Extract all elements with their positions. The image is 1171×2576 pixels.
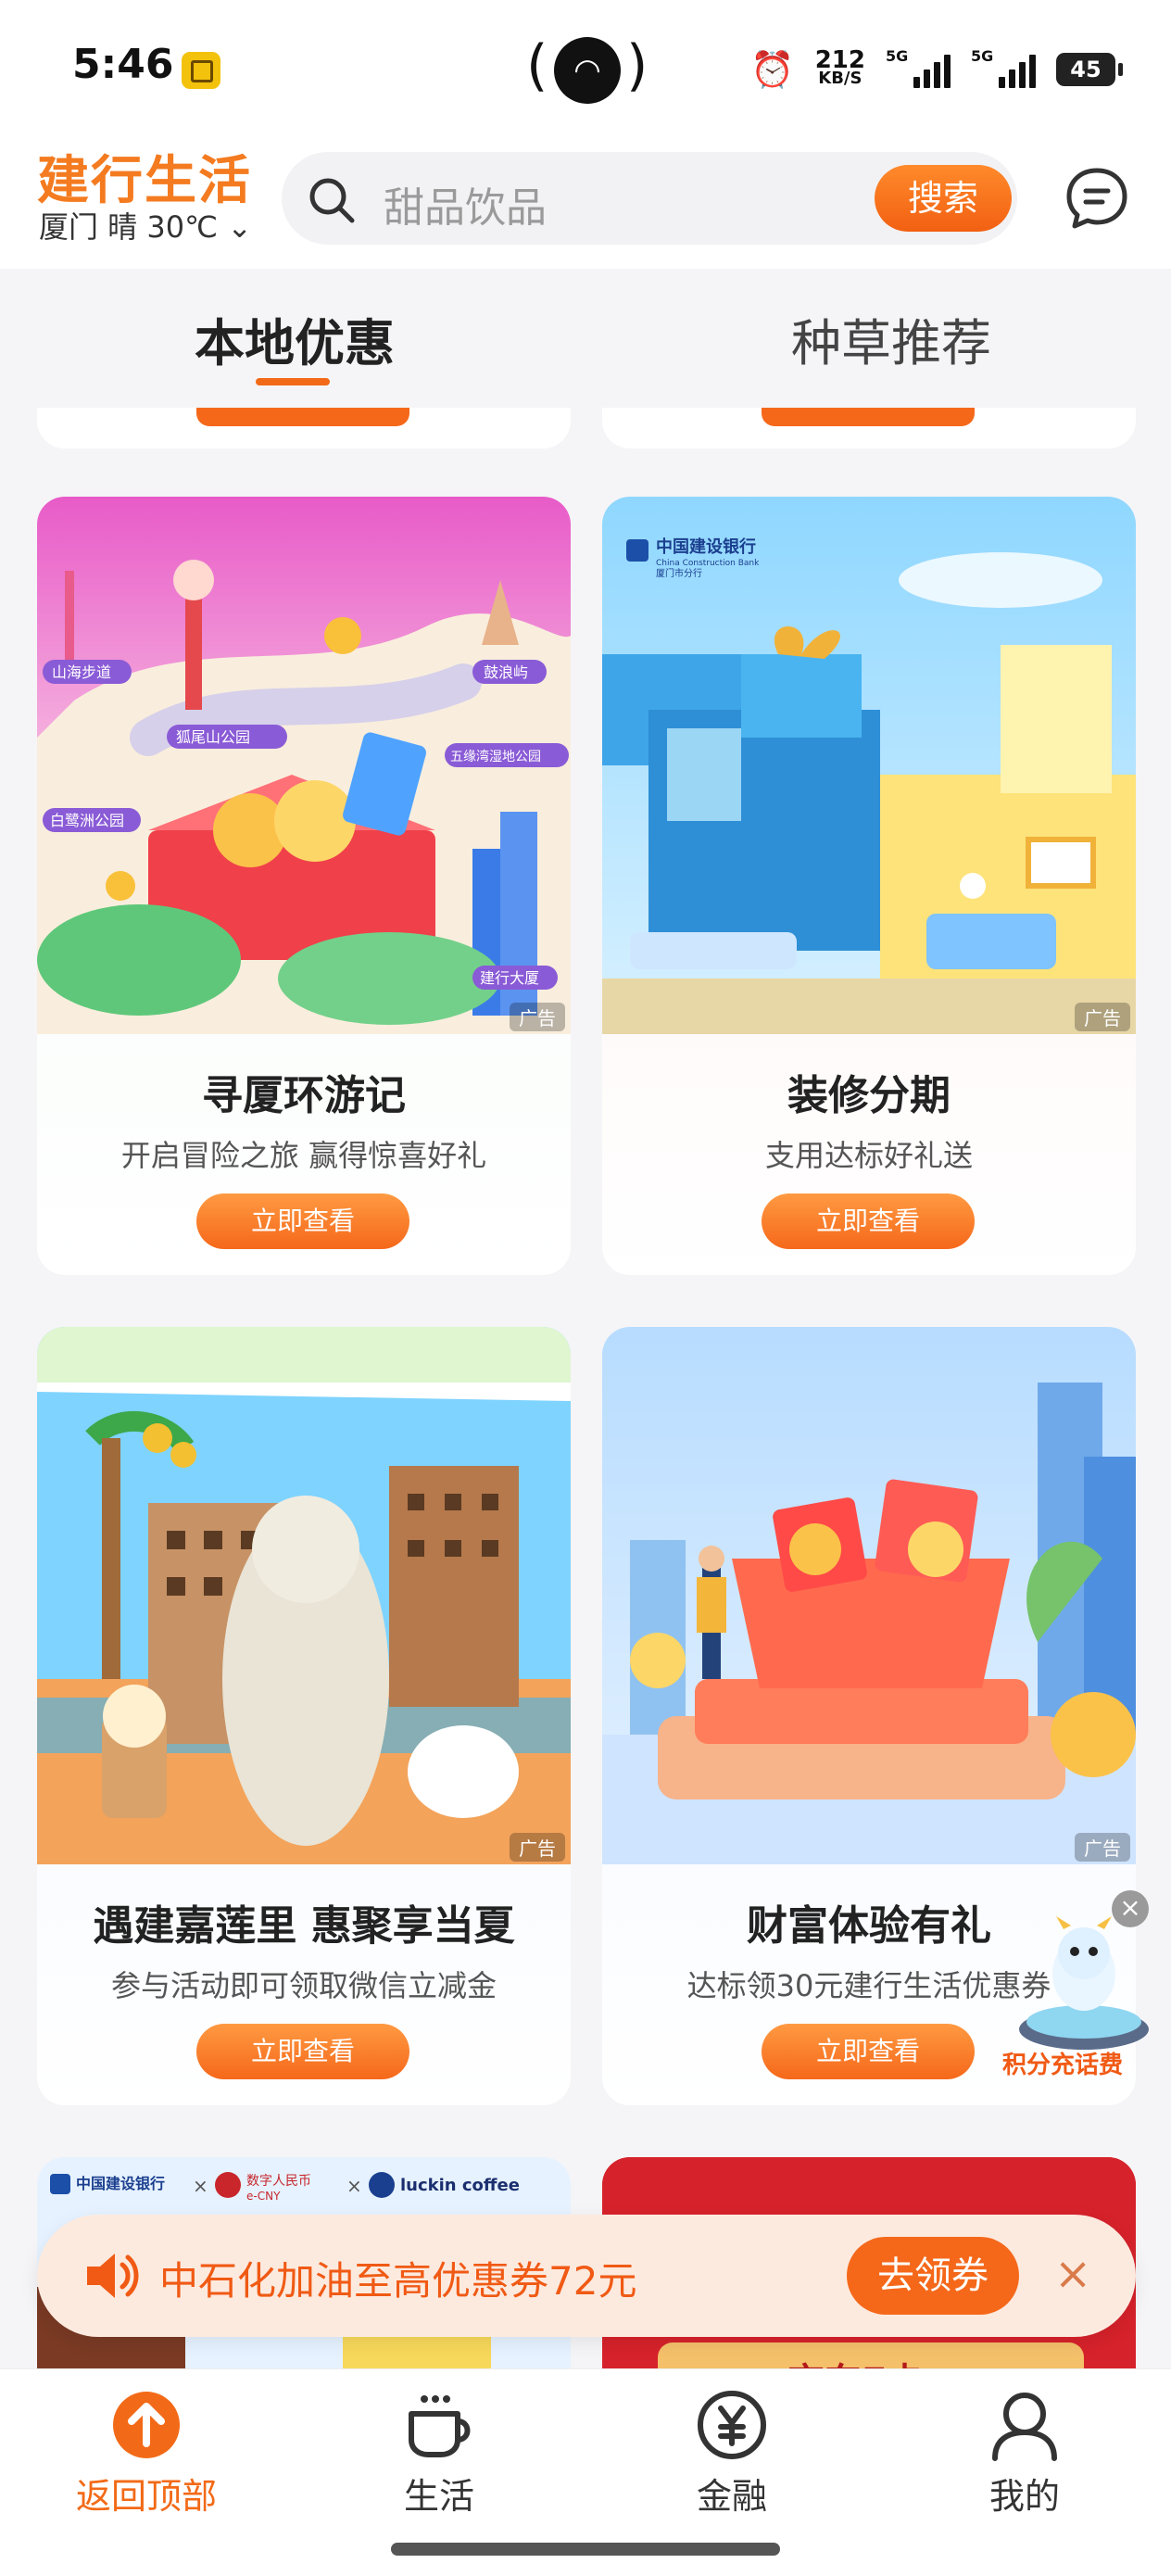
location-selector[interactable]: 厦门 晴 30℃ ⌄ — [39, 204, 252, 246]
wealth-gift-illustration — [602, 1327, 1136, 1864]
deals-feed[interactable]: 山海步道 鼓浪屿 狐尾山公园 五缘湾湿地公园 白鹭洲公园 建行大厦 广告 寻厦环… — [0, 408, 1171, 2368]
status-right: ⏰ 212 KB/S 5G 5G 45 — [750, 46, 1123, 93]
card-subtitle: 支用达标好礼送 — [764, 1138, 973, 1173]
home-renovation-illustration: 中国建设银行 China Construction Bank 厦门市分行 — [602, 497, 1136, 1034]
notice-text: 中石化加油至高优惠券72元 — [159, 2258, 637, 2304]
card-subtitle: 开启冒险之旅 赢得惊喜好礼 — [120, 1138, 487, 1173]
arrow-up-icon — [113, 2392, 180, 2458]
claim-coupon-button[interactable]: 去领券 — [847, 2237, 1019, 2315]
search-bar[interactable]: 甜品饮品 搜索 — [282, 152, 1017, 245]
view-button[interactable]: 立即查看 — [762, 2024, 975, 2079]
map-label: 山海步道 — [52, 663, 111, 681]
nav-label: 返回顶部 — [75, 2476, 217, 2517]
ad-tag: 广告 — [1075, 1833, 1130, 1862]
ecny-logo-icon — [215, 2172, 241, 2198]
ccb-logo-icon — [626, 539, 648, 562]
svg-text:中国建设银行: 中国建设银行 — [656, 537, 756, 557]
close-icon[interactable]: × — [1054, 2252, 1091, 2296]
city-tour-illustration: 山海步道 鼓浪屿 狐尾山公园 五缘湾湿地公园 白鹭洲公园 建行大厦 — [37, 497, 571, 1034]
card-banner-image: 广告 — [602, 1327, 1136, 1864]
card-banner-image: 广告 — [37, 1327, 571, 1864]
coffee-cup-icon — [409, 2395, 471, 2457]
nav-mine[interactable]: 我的 — [932, 2388, 1117, 2527]
close-icon[interactable]: × — [1112, 1890, 1149, 1927]
previous-card-bottom[interactable] — [602, 408, 1136, 448]
svg-text:e-CNY: e-CNY — [246, 2190, 281, 2203]
card-title: 遇建嘉莲里 惠聚享当夏 — [93, 1902, 515, 1950]
nav-back-to-top[interactable]: 返回顶部 — [54, 2388, 239, 2527]
map-label: 白鹭洲公园 — [50, 812, 124, 829]
active-tab-indicator — [256, 378, 330, 385]
location-weather-text: 厦门 晴 30℃ — [39, 209, 219, 245]
map-label: 狐尾山公园 — [176, 728, 250, 746]
ad-tag: 广告 — [1075, 1003, 1130, 1031]
view-button[interactable]: 立即查看 — [762, 1193, 975, 1249]
status-bar: 5:46 ( ◠ ) ⏰ 212 KB/S 5G 5G 45 — [0, 0, 1171, 130]
svg-text:×: × — [346, 2175, 362, 2197]
alarm-icon: ⏰ — [750, 48, 795, 90]
nav-label: 我的 — [988, 2476, 1060, 2517]
status-time: 5:46 — [72, 41, 174, 88]
card-title: 装修分期 — [787, 1072, 951, 1119]
wifi-icon: ◠ — [554, 37, 621, 104]
map-label: 鼓浪屿 — [484, 663, 528, 681]
gift-card-banner: 京东E卡 — [658, 2342, 1084, 2368]
view-button[interactable] — [196, 408, 409, 426]
search-placeholder: 甜品饮品 — [384, 184, 547, 232]
signal-icon: 5G — [886, 47, 951, 88]
app-header: 建行生活 厦门 晴 30℃ ⌄ 甜品饮品 搜索 — [0, 130, 1171, 269]
svg-text:luckin coffee: luckin coffee — [400, 2176, 520, 2195]
brand-logo: 建行生活 — [37, 151, 252, 211]
ad-tag: 广告 — [510, 1003, 565, 1031]
nav-finance[interactable]: 金融 — [639, 2388, 825, 2527]
svg-text:中国建设银行: 中国建设银行 — [76, 2175, 165, 2192]
points-recharge-badge[interactable]: × 积分充话费 — [1001, 1890, 1171, 2094]
search-button[interactable]: 搜索 — [875, 165, 1012, 232]
hotspot-indicator: ( ◠ ) — [526, 33, 648, 107]
yuan-icon — [698, 2391, 766, 2459]
deal-card[interactable]: 广告 遇建嘉莲里 惠聚享当夏 参与活动即可领取微信立减金 立即查看 — [37, 1327, 571, 2105]
svg-text:China Construction Bank: China Construction Bank — [656, 559, 760, 568]
svg-text:厦门市分行: 厦门市分行 — [656, 567, 702, 579]
nav-life[interactable]: 生活 — [346, 2388, 532, 2527]
luckin-logo-icon — [369, 2172, 395, 2198]
mascot-icon — [1019, 1916, 1149, 2050]
home-indicator[interactable] — [391, 2543, 780, 2556]
message-icon[interactable] — [1064, 165, 1130, 232]
search-icon — [309, 178, 355, 223]
tab-recommendations[interactable]: 种草推荐 — [791, 302, 991, 375]
ad-tag: 广告 — [510, 1833, 565, 1862]
user-icon — [992, 2393, 1057, 2461]
notification-app-icon — [182, 52, 220, 89]
badge-label: 积分充话费 — [1002, 2052, 1124, 2079]
deal-card[interactable]: 山海步道 鼓浪屿 狐尾山公园 五缘湾湿地公园 白鹭洲公园 建行大厦 广告 寻厦环… — [37, 497, 571, 1275]
category-tabs: 本地优惠 种草推荐 — [0, 269, 1171, 408]
view-button[interactable]: 立即查看 — [196, 2024, 409, 2079]
view-button[interactable] — [762, 408, 975, 426]
partial-card-text: 京东E卡 — [787, 2352, 924, 2368]
summer-promo-illustration — [37, 1327, 571, 1864]
card-banner-image: 山海步道 鼓浪屿 狐尾山公园 五缘湾湿地公园 白鹭洲公园 建行大厦 广告 — [37, 497, 571, 1034]
speaker-icon — [87, 2254, 139, 2298]
battery-icon: 45 — [1056, 53, 1123, 86]
ccb-logo-icon — [50, 2174, 70, 2194]
nav-label: 金融 — [696, 2476, 767, 2517]
deal-card[interactable]: 中国建设银行 China Construction Bank 厦门市分行 广告 … — [602, 497, 1136, 1275]
card-title: 寻厦环游记 — [202, 1072, 406, 1119]
nav-label: 生活 — [403, 2476, 474, 2517]
tab-local-deals[interactable]: 本地优惠 — [195, 302, 395, 375]
view-button[interactable]: 立即查看 — [196, 1193, 409, 1249]
card-subtitle: 参与活动即可领取微信立减金 — [110, 1968, 497, 2003]
map-label: 建行大厦 — [480, 969, 539, 987]
card-banner-image: 中国建设银行 China Construction Bank 厦门市分行 广告 — [602, 497, 1136, 1034]
signal-icon: 5G — [971, 47, 1036, 88]
chevron-down-icon: ⌄ — [227, 209, 252, 245]
svg-text:数字人民币: 数字人民币 — [246, 2174, 311, 2189]
promo-notice-bar[interactable]: 中石化加油至高优惠券72元 去领券 × — [37, 2215, 1136, 2337]
network-speed: 212 KB/S — [814, 46, 865, 88]
previous-card-bottom[interactable] — [37, 408, 571, 448]
svg-text:×: × — [193, 2175, 208, 2197]
map-label: 五缘湾湿地公园 — [450, 749, 541, 764]
